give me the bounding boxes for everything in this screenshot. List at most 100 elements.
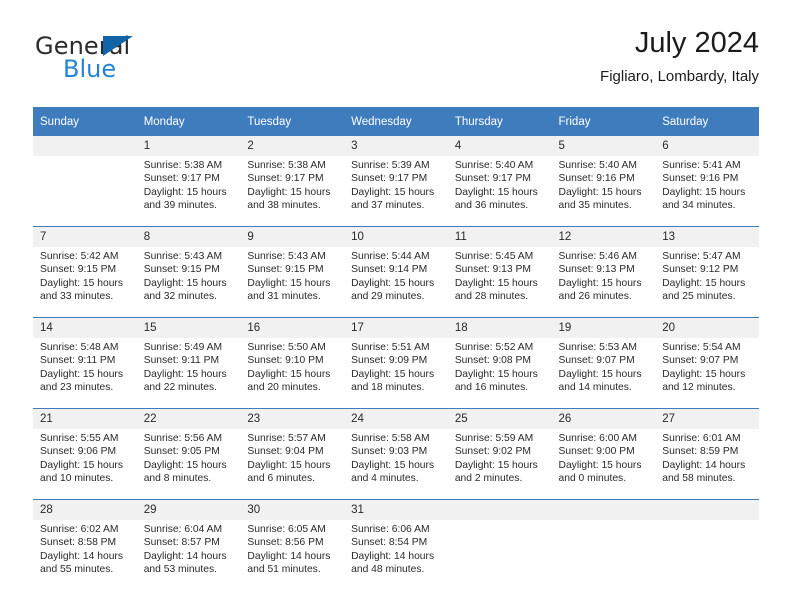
- day-cell-inner: [447, 500, 552, 590]
- page-subtitle: Figliaro, Lombardy, Italy: [600, 68, 759, 85]
- day-cell-inner: [33, 136, 137, 226]
- sunrise-text: Sunrise: 5:48 AM: [40, 342, 119, 353]
- calendar-day-cell[interactable]: 24 Sunrise: 5:58 AM Sunset: 9:03 PM Dayligh…: [344, 408, 448, 500]
- daylight-text-cont: and 31 minutes.: [247, 290, 321, 302]
- calendar-day-cell[interactable]: 29 Sunrise: 6:04 AM Sunset: 8:57 PM Dayligh…: [136, 499, 241, 590]
- daylight-text-cont: and 26 minutes.: [558, 290, 632, 302]
- day-cell-inner: 29 Sunrise: 6:04 AM Sunset: 8:57 PM Dayligh…: [136, 500, 241, 590]
- day-number: 19: [551, 318, 656, 338]
- calendar-week-row: 14 Sunrise: 5:48 AM Sunset: 9:11 PM Dayligh…: [33, 317, 759, 409]
- page-header: General Blue July 2024 Figliaro, Lombard…: [33, 26, 759, 98]
- calendar-day-cell[interactable]: 19 Sunrise: 5:53 AM Sunset: 9:07 PM Dayligh…: [551, 317, 656, 409]
- daylight-text: Daylight: 15 hours: [351, 368, 435, 380]
- daylight-text: Daylight: 15 hours: [143, 186, 227, 198]
- day-number: 7: [33, 227, 137, 247]
- calendar-day-cell[interactable]: 11 Sunrise: 5:45 AM Sunset: 9:13 PM Dayligh…: [447, 226, 552, 318]
- day-details: Sunrise: 5:59 AM Sunset: 9:02 PM Daylight:…: [448, 429, 552, 485]
- day-details: Sunrise: 5:42 AM Sunset: 9:15 PM Daylight:…: [33, 247, 137, 303]
- sunrise-text: Sunrise: 5:42 AM: [40, 251, 119, 262]
- sunset-text: Sunset: 8:58 PM: [40, 537, 117, 549]
- daylight-text-cont: and 35 minutes.: [558, 199, 632, 211]
- calendar-day-cell[interactable]: 31 Sunrise: 6:06 AM Sunset: 8:54 PM Dayligh…: [344, 499, 448, 590]
- calendar-day-cell[interactable]: 16 Sunrise: 5:50 AM Sunset: 9:10 PM Dayligh…: [240, 317, 345, 409]
- day-details: Sunrise: 5:40 AM Sunset: 9:17 PM Daylight:…: [448, 156, 552, 212]
- sunrise-text: Sunrise: 5:51 AM: [351, 342, 430, 353]
- calendar-day-cell[interactable]: 15 Sunrise: 5:49 AM Sunset: 9:11 PM Dayligh…: [136, 317, 241, 409]
- calendar-day-cell[interactable]: 12 Sunrise: 5:46 AM Sunset: 9:13 PM Dayligh…: [551, 226, 656, 318]
- daylight-text: Daylight: 15 hours: [351, 277, 435, 289]
- weekday-header-wednesday: Wednesday: [344, 107, 448, 136]
- day-number: 20: [655, 318, 759, 338]
- sunset-text: Sunset: 9:07 PM: [662, 355, 739, 367]
- daylight-text-cont: and 48 minutes.: [351, 563, 425, 575]
- daylight-text-cont: and 25 minutes.: [662, 290, 736, 302]
- day-number: 8: [136, 227, 241, 247]
- calendar-day-cell[interactable]: 6 Sunrise: 5:41 AM Sunset: 9:16 PM Daylight…: [655, 136, 759, 227]
- day-cell-inner: 23 Sunrise: 5:57 AM Sunset: 9:04 PM Dayligh…: [240, 409, 345, 499]
- day-cell-inner: 26 Sunrise: 6:00 AM Sunset: 9:00 PM Dayligh…: [551, 409, 656, 499]
- calendar-day-cell[interactable]: 13 Sunrise: 5:47 AM Sunset: 9:12 PM Dayligh…: [655, 226, 759, 318]
- daylight-text: Daylight: 15 hours: [247, 186, 331, 198]
- calendar-day-cell[interactable]: 30 Sunrise: 6:05 AM Sunset: 8:56 PM Dayligh…: [240, 499, 345, 590]
- day-cell-inner: 4 Sunrise: 5:40 AM Sunset: 9:17 PM Daylight…: [447, 136, 552, 226]
- calendar-day-cell[interactable]: 7 Sunrise: 5:42 AM Sunset: 9:15 PM Daylight…: [33, 226, 137, 318]
- calendar-day-cell[interactable]: 4 Sunrise: 5:40 AM Sunset: 9:17 PM Daylight…: [447, 136, 552, 227]
- day-details: Sunrise: 5:45 AM Sunset: 9:13 PM Daylight:…: [448, 247, 552, 303]
- sunset-text: Sunset: 9:05 PM: [143, 446, 220, 458]
- sunrise-text: Sunrise: 6:05 AM: [247, 524, 326, 535]
- daylight-text: Daylight: 14 hours: [662, 459, 746, 471]
- day-cell-inner: 18 Sunrise: 5:52 AM Sunset: 9:08 PM Dayligh…: [447, 318, 552, 408]
- calendar-day-cell[interactable]: 21 Sunrise: 5:55 AM Sunset: 9:06 PM Dayligh…: [33, 408, 137, 500]
- day-cell-inner: 14 Sunrise: 5:48 AM Sunset: 9:11 PM Dayligh…: [33, 318, 137, 408]
- weekday-header-monday: Monday: [136, 107, 241, 136]
- day-cell-inner: [551, 500, 656, 590]
- sunset-text: Sunset: 9:07 PM: [558, 355, 635, 367]
- calendar-day-cell[interactable]: 26 Sunrise: 6:00 AM Sunset: 9:00 PM Dayligh…: [551, 408, 656, 500]
- sunset-text: Sunset: 9:16 PM: [662, 173, 739, 185]
- day-number: 22: [136, 409, 241, 429]
- daylight-text: Daylight: 15 hours: [454, 368, 538, 380]
- daylight-text: Daylight: 15 hours: [558, 186, 642, 198]
- calendar-day-cell[interactable]: 22 Sunrise: 5:56 AM Sunset: 9:05 PM Dayligh…: [136, 408, 241, 500]
- calendar-day-cell[interactable]: 10 Sunrise: 5:44 AM Sunset: 9:14 PM Dayligh…: [344, 226, 448, 318]
- calendar-day-cell[interactable]: 20 Sunrise: 5:54 AM Sunset: 9:07 PM Dayligh…: [655, 317, 759, 409]
- calendar-day-cell[interactable]: 23 Sunrise: 5:57 AM Sunset: 9:04 PM Dayligh…: [240, 408, 345, 500]
- calendar-day-cell: [447, 499, 552, 590]
- day-cell-inner: 19 Sunrise: 5:53 AM Sunset: 9:07 PM Dayligh…: [551, 318, 656, 408]
- daylight-text-cont: and 0 minutes.: [558, 472, 627, 484]
- calendar-day-cell[interactable]: 18 Sunrise: 5:52 AM Sunset: 9:08 PM Dayligh…: [447, 317, 552, 409]
- day-number: 23: [240, 409, 345, 429]
- calendar-day-cell[interactable]: 3 Sunrise: 5:39 AM Sunset: 9:17 PM Daylight…: [344, 136, 448, 227]
- day-cell-inner: 15 Sunrise: 5:49 AM Sunset: 9:11 PM Dayligh…: [136, 318, 241, 408]
- day-details: Sunrise: 6:04 AM Sunset: 8:57 PM Daylight:…: [137, 520, 241, 576]
- day-number: 15: [136, 318, 241, 338]
- day-number: 31: [344, 500, 448, 520]
- daylight-text-cont: and 2 minutes.: [454, 472, 523, 484]
- calendar-day-cell[interactable]: 27 Sunrise: 6:01 AM Sunset: 8:59 PM Dayligh…: [655, 408, 759, 500]
- day-details: Sunrise: 5:38 AM Sunset: 9:17 PM Daylight:…: [137, 156, 241, 212]
- page-title: July 2024: [634, 27, 759, 59]
- day-cell-inner: 10 Sunrise: 5:44 AM Sunset: 9:14 PM Dayligh…: [344, 227, 448, 317]
- sunrise-text: Sunrise: 6:00 AM: [558, 433, 637, 444]
- calendar-day-cell: [655, 499, 759, 590]
- calendar-day-cell[interactable]: 2 Sunrise: 5:38 AM Sunset: 9:17 PM Daylight…: [240, 136, 345, 227]
- calendar-day-cell[interactable]: 14 Sunrise: 5:48 AM Sunset: 9:11 PM Dayligh…: [33, 317, 137, 409]
- sunset-text: Sunset: 9:17 PM: [351, 173, 428, 185]
- daylight-text-cont: and 53 minutes.: [143, 563, 217, 575]
- calendar-day-cell[interactable]: 8 Sunrise: 5:43 AM Sunset: 9:15 PM Daylight…: [136, 226, 241, 318]
- day-cell-inner: 5 Sunrise: 5:40 AM Sunset: 9:16 PM Daylight…: [551, 136, 656, 226]
- daylight-text-cont: and 23 minutes.: [40, 381, 114, 393]
- day-number: 29: [136, 500, 241, 520]
- weekday-header-thursday: Thursday: [447, 107, 552, 136]
- calendar-day-cell[interactable]: 1 Sunrise: 5:38 AM Sunset: 9:17 PM Daylight…: [136, 136, 241, 227]
- calendar-day-cell[interactable]: 9 Sunrise: 5:43 AM Sunset: 9:15 PM Daylight…: [240, 226, 345, 318]
- calendar-day-cell[interactable]: 28 Sunrise: 6:02 AM Sunset: 8:58 PM Dayligh…: [33, 499, 137, 590]
- calendar-day-cell[interactable]: 25 Sunrise: 5:59 AM Sunset: 9:02 PM Dayligh…: [447, 408, 552, 500]
- daylight-text: Daylight: 15 hours: [247, 368, 331, 380]
- logo-triangle-icon: [103, 36, 133, 56]
- calendar-day-cell[interactable]: 5 Sunrise: 5:40 AM Sunset: 9:16 PM Daylight…: [551, 136, 656, 227]
- daylight-text-cont: and 32 minutes.: [143, 290, 217, 302]
- day-number: [447, 500, 552, 520]
- calendar-day-cell[interactable]: 17 Sunrise: 5:51 AM Sunset: 9:09 PM Dayligh…: [344, 317, 448, 409]
- sunset-text: Sunset: 9:14 PM: [351, 264, 428, 276]
